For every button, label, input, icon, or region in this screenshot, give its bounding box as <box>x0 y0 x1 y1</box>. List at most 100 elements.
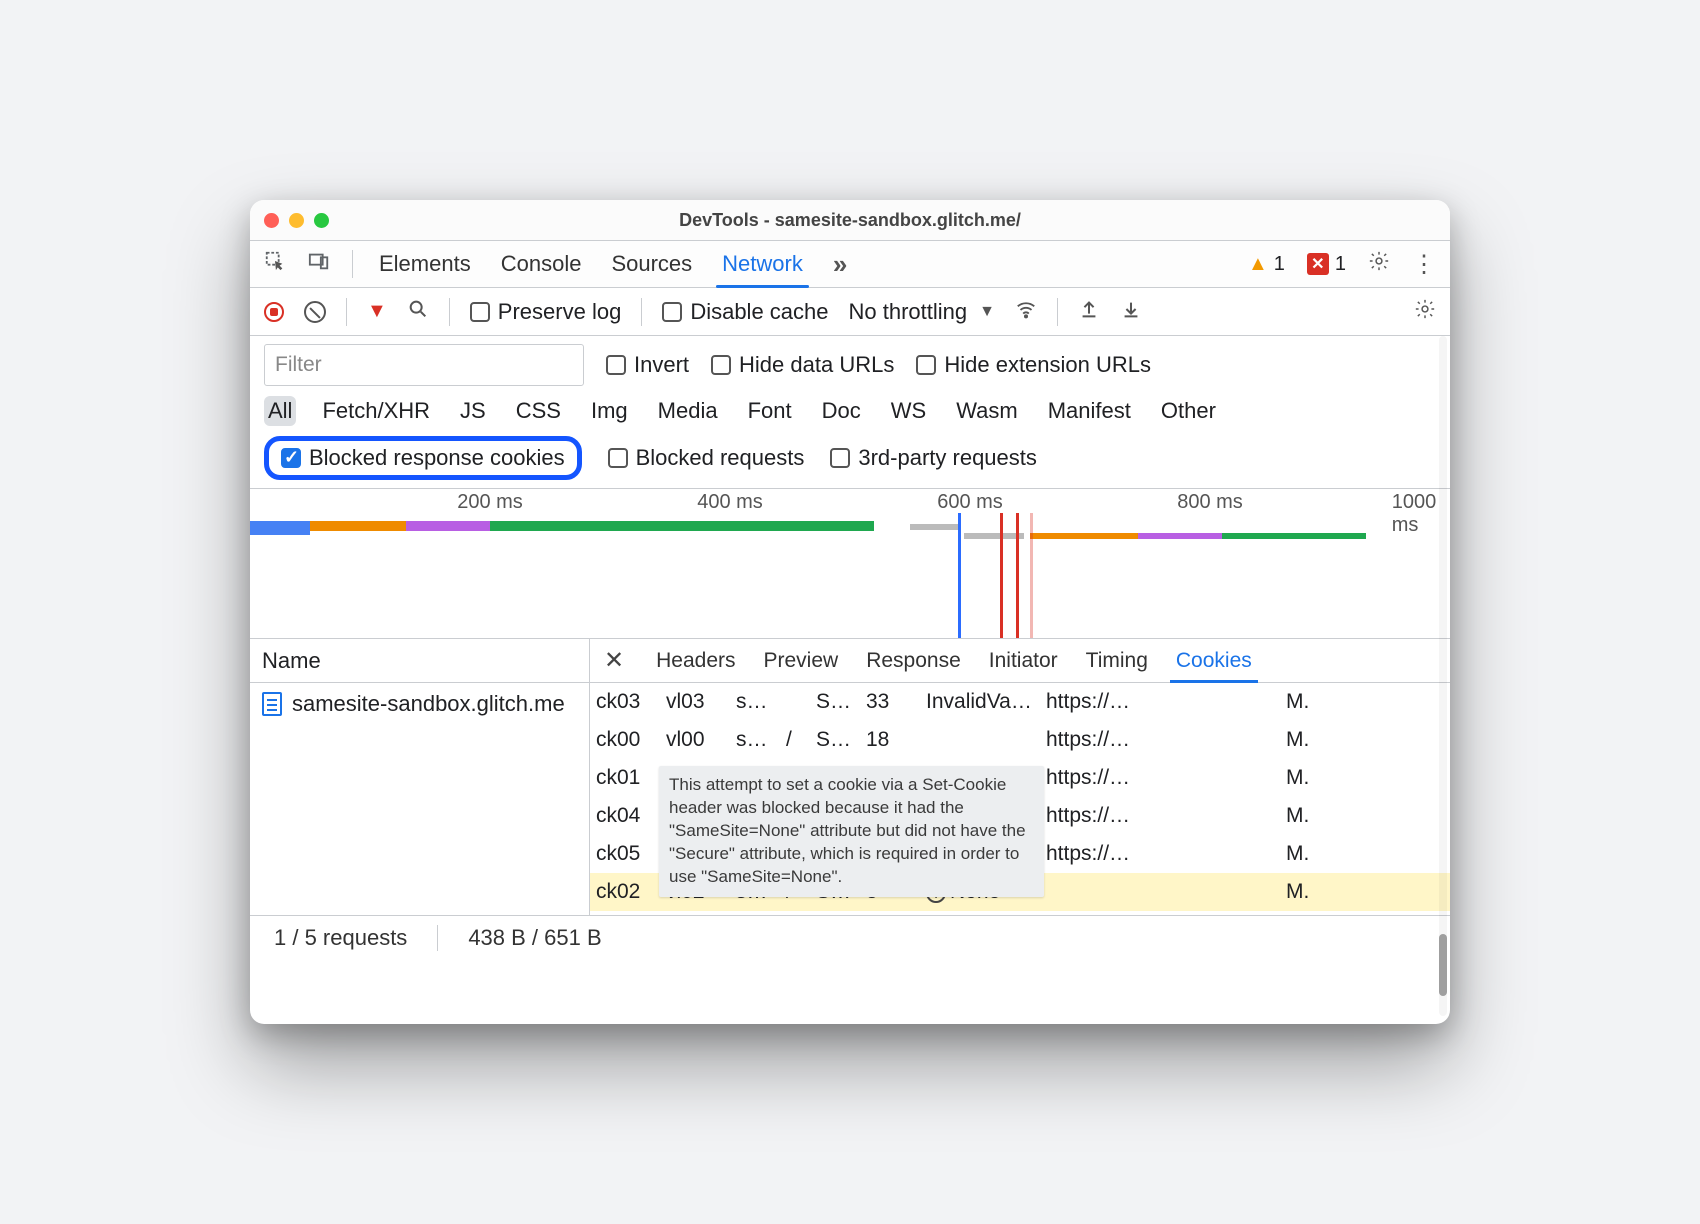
document-icon <box>262 692 282 716</box>
domcontent-marker <box>1000 513 1003 638</box>
throttling-value: No throttling <box>849 299 968 325</box>
close-detail-icon[interactable]: ✕ <box>598 646 630 675</box>
cookie-value: vl03 <box>666 690 736 714</box>
record-icon[interactable] <box>264 302 284 322</box>
blocked-filter-row: Blocked response cookies Blocked request… <box>250 428 1450 489</box>
type-chip-fetchxhr[interactable]: Fetch/XHR <box>318 396 434 426</box>
type-chip-font[interactable]: Font <box>744 396 796 426</box>
search-icon[interactable] <box>407 298 429 326</box>
tab-network[interactable]: Network <box>718 241 807 287</box>
detail-tab-timing[interactable]: Timing <box>1084 640 1150 682</box>
clear-icon[interactable] <box>304 301 326 323</box>
detail-tab-cookies[interactable]: Cookies <box>1174 640 1254 682</box>
type-chip-other[interactable]: Other <box>1157 396 1220 426</box>
divider <box>352 250 353 278</box>
request-list-header[interactable]: Name <box>250 639 589 683</box>
cookie-url: https://… <box>1046 842 1186 866</box>
tick-label: 400 ms <box>697 491 763 514</box>
upload-har-icon[interactable] <box>1078 298 1100 326</box>
filter-icon[interactable]: ▼ <box>367 300 387 323</box>
third-party-requests-checkbox[interactable]: 3rd-party requests <box>830 445 1037 471</box>
blocked-requests-checkbox[interactable]: Blocked requests <box>608 445 805 471</box>
tick-label: 200 ms <box>457 491 523 514</box>
cookie-url: https://… <box>1046 804 1186 828</box>
hide-ext-label: Hide extension URLs <box>944 352 1151 378</box>
download-har-icon[interactable] <box>1120 298 1142 326</box>
settings-icon[interactable] <box>1368 250 1390 278</box>
tab-console[interactable]: Console <box>497 241 586 287</box>
waterfall-overview[interactable]: 200 ms 400 ms 600 ms 800 ms 1000 ms <box>250 489 1450 639</box>
type-chip-css[interactable]: CSS <box>512 396 565 426</box>
cookie-domain: s… <box>736 690 786 714</box>
blocked-response-cookies-checkbox[interactable]: Blocked response cookies <box>281 445 565 471</box>
cookie-name: ck01 <box>596 766 666 790</box>
cookie-samesite: InvalidVa… <box>926 690 1046 714</box>
type-chip-img[interactable]: Img <box>587 396 632 426</box>
cookie-name: ck03 <box>596 690 666 714</box>
filter-row: Filter Invert Hide data URLs Hide extens… <box>250 336 1450 394</box>
disable-cache-checkbox[interactable]: Disable cache <box>662 299 828 325</box>
request-name: samesite-sandbox.glitch.me <box>292 691 565 717</box>
detail-tab-initiator[interactable]: Initiator <box>987 640 1060 682</box>
type-chip-wasm[interactable]: Wasm <box>952 396 1022 426</box>
warnings-badge[interactable]: ▲1 <box>1248 253 1285 276</box>
type-chip-media[interactable]: Media <box>654 396 722 426</box>
request-detail-split: Name samesite-sandbox.glitch.me ✕ Header… <box>250 639 1450 916</box>
inspect-element-icon[interactable] <box>264 250 286 278</box>
tab-elements[interactable]: Elements <box>375 241 475 287</box>
hide-extension-urls-checkbox[interactable]: Hide extension URLs <box>916 352 1151 378</box>
tick-label: 600 ms <box>937 491 1003 514</box>
divider <box>449 298 450 326</box>
scrollbar-thumb[interactable] <box>1439 934 1447 996</box>
network-conditions-icon[interactable] <box>1015 298 1037 326</box>
type-filter-row: All Fetch/XHR JS CSS Img Media Font Doc … <box>250 394 1450 428</box>
detail-tab-preview[interactable]: Preview <box>762 640 841 682</box>
cookie-domain: s… <box>736 728 786 752</box>
detail-tabstrip: ✕ Headers Preview Response Initiator Tim… <box>590 639 1450 683</box>
cookie-more: M. <box>1286 880 1326 904</box>
tab-sources[interactable]: Sources <box>607 241 696 287</box>
detail-tab-response[interactable]: Response <box>864 640 963 682</box>
filter-input[interactable]: Filter <box>264 344 584 386</box>
preserve-log-checkbox[interactable]: Preserve log <box>470 299 622 325</box>
warning-tooltip: This attempt to set a cookie via a Set-C… <box>659 766 1044 897</box>
blocked-cookies-label: Blocked response cookies <box>309 445 565 471</box>
cookie-row[interactable]: ck00vl00s…/S…18https://…M. <box>590 721 1450 759</box>
marker <box>1030 513 1033 638</box>
type-chip-all[interactable]: All <box>264 396 296 426</box>
invert-checkbox[interactable]: Invert <box>606 352 689 378</box>
cookie-size: 18 <box>866 728 926 752</box>
load-marker <box>1016 513 1019 638</box>
hide-data-label: Hide data URLs <box>739 352 894 378</box>
errors-badge[interactable]: ✕1 <box>1307 253 1346 276</box>
more-menu-icon[interactable]: ⋮ <box>1412 250 1436 279</box>
detail-tab-headers[interactable]: Headers <box>654 640 737 682</box>
network-settings-icon[interactable] <box>1414 298 1436 326</box>
type-chip-js[interactable]: JS <box>456 396 490 426</box>
cookie-more: M. <box>1286 842 1326 866</box>
type-chip-doc[interactable]: Doc <box>818 396 865 426</box>
cookie-row[interactable]: ck03vl03s…S…33InvalidVa…https://…M. <box>590 683 1450 721</box>
request-row[interactable]: samesite-sandbox.glitch.me <box>250 683 589 725</box>
request-detail-panel: ✕ Headers Preview Response Initiator Tim… <box>590 639 1450 915</box>
cookie-more: M. <box>1286 690 1326 714</box>
more-tabs-icon[interactable]: » <box>829 239 851 290</box>
hide-data-urls-checkbox[interactable]: Hide data URLs <box>711 352 894 378</box>
errors-count: 1 <box>1335 253 1346 276</box>
load-event-marker <box>958 513 961 638</box>
type-chip-manifest[interactable]: Manifest <box>1044 396 1135 426</box>
device-toolbar-icon[interactable] <box>308 250 330 278</box>
bytes-count: 438 B / 651 B <box>437 925 601 951</box>
throttling-select[interactable]: No throttling▼ <box>849 299 995 325</box>
cookie-url: https://… <box>1046 728 1186 752</box>
cookie-more: M. <box>1286 728 1326 752</box>
cookies-table: This attempt to set a cookie via a Set-C… <box>590 683 1450 915</box>
statusbar: 1 / 5 requests 438 B / 651 B <box>250 916 1450 960</box>
cookie-secure: S… <box>816 728 866 752</box>
warnings-count: 1 <box>1274 253 1285 276</box>
cookie-name: ck04 <box>596 804 666 828</box>
window-title: DevTools - samesite-sandbox.glitch.me/ <box>250 210 1450 231</box>
titlebar: DevTools - samesite-sandbox.glitch.me/ <box>250 200 1450 240</box>
type-chip-ws[interactable]: WS <box>887 396 930 426</box>
cookie-more: M. <box>1286 766 1326 790</box>
